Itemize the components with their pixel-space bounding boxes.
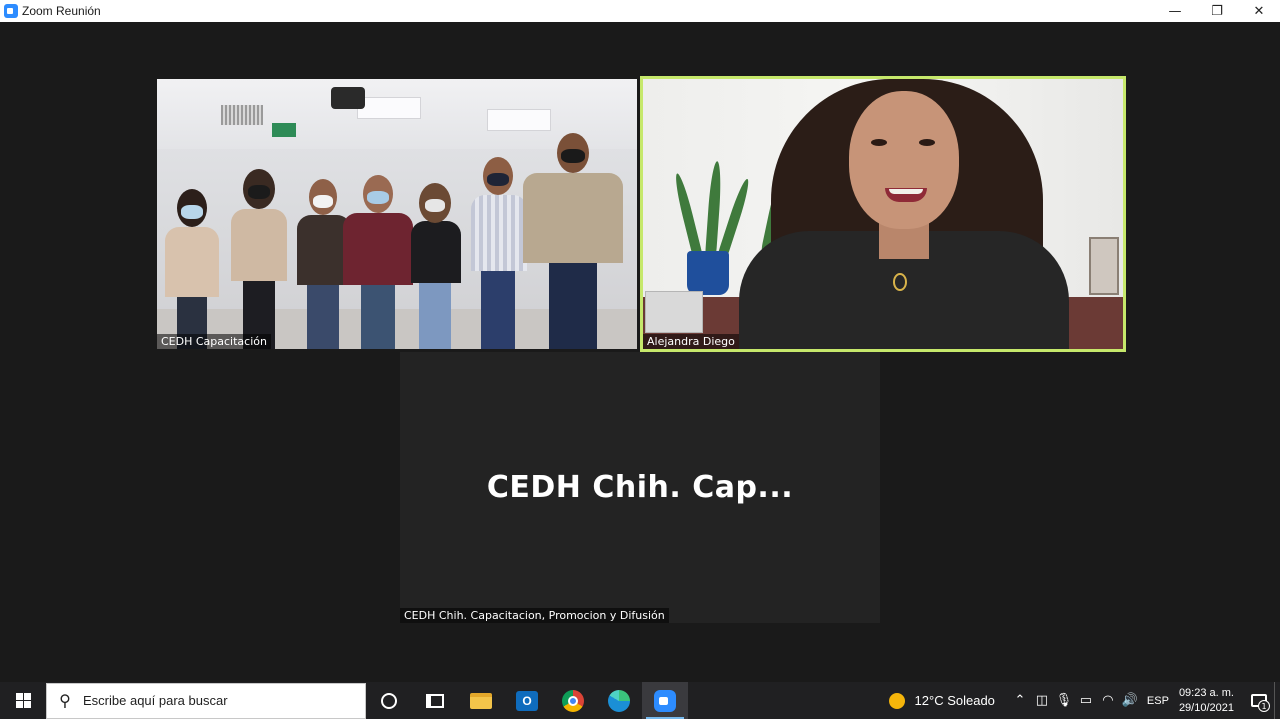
person (341, 163, 415, 349)
minimize-button[interactable]: — (1154, 0, 1196, 22)
taskbar-search-box[interactable]: ⚲ Escribe aquí para buscar (46, 682, 366, 719)
chrome-button[interactable] (550, 682, 596, 719)
participant-name-label: CEDH Chih. Capacitacion, Promocion y Dif… (400, 608, 669, 623)
person-face (849, 91, 959, 229)
file-explorer-button[interactable] (458, 682, 504, 719)
volume-icon[interactable]: 🔊 (1119, 693, 1141, 708)
zoom-icon (654, 689, 676, 712)
edge-icon (608, 689, 630, 712)
printer (645, 291, 703, 333)
windows-logo-icon (15, 693, 31, 708)
clock-date: 29/10/2021 (1178, 701, 1234, 714)
picture-frame (1089, 237, 1119, 295)
eye (871, 139, 887, 146)
cortana-icon (381, 692, 397, 709)
participant-display-name: CEDH Chih. Cap... (486, 470, 794, 505)
person (159, 177, 223, 349)
weather-widget[interactable]: 12°C Soleado (915, 693, 995, 708)
video-tile-cedh-capacitacion[interactable]: CEDH Capacitación (157, 79, 637, 349)
close-button[interactable]: ✕ (1238, 0, 1280, 22)
exit-sign (272, 123, 296, 137)
task-view-button[interactable] (412, 682, 458, 719)
clock-time: 09:23 a. m. (1178, 686, 1234, 699)
projector (331, 87, 365, 109)
window-title: Zoom Reunión (22, 4, 101, 18)
show-desktop-button[interactable] (1274, 682, 1280, 719)
participant-name-label: Alejandra Diego (643, 334, 739, 349)
restore-button[interactable]: ❐ (1196, 0, 1238, 22)
video-tile-alejandra-diego[interactable]: Alejandra Diego (640, 76, 1126, 352)
outlook-button[interactable]: O (504, 682, 550, 719)
windows-taskbar: ⚲ Escribe aquí para buscar O 12°C Solead… (0, 682, 1280, 719)
plant-pot (687, 251, 729, 295)
participant-name-label: CEDH Capacitación (157, 334, 271, 349)
search-placeholder: Escribe aquí para buscar (83, 693, 228, 708)
cortana-button[interactable] (366, 682, 412, 719)
edge-button[interactable] (596, 682, 642, 719)
title-bar: Zoom Reunión — ❐ ✕ (0, 0, 1280, 22)
window-controls: — ❐ ✕ (1154, 0, 1280, 22)
zoom-app-icon (4, 4, 18, 18)
meeting-gallery: CEDH Capacitación Alejandra Diego CEDH C… (0, 22, 1280, 682)
zoom-taskbar-button[interactable] (642, 682, 688, 719)
notification-center-button[interactable]: 1 (1244, 682, 1274, 719)
chevron-up-icon[interactable]: ⌃ (1009, 693, 1031, 708)
search-icon: ⚲ (59, 691, 71, 710)
meet-now-icon[interactable]: ◫ (1031, 693, 1053, 708)
video-tile-cedh-chih[interactable]: CEDH Chih. Cap... CEDH Chih. Capacitacio… (400, 352, 880, 623)
air-vent (221, 105, 263, 125)
necklace (893, 273, 907, 291)
outlook-icon: O (516, 690, 538, 711)
eye (919, 139, 935, 146)
sun-icon (888, 692, 905, 709)
chrome-icon (562, 689, 584, 712)
mouth (885, 188, 927, 202)
file-explorer-icon (470, 692, 492, 709)
task-view-icon (426, 693, 444, 708)
notification-count-badge: 1 (1258, 700, 1270, 712)
ceiling-light (357, 97, 421, 119)
start-button[interactable] (0, 682, 46, 719)
input-language[interactable]: ESP (1147, 695, 1169, 707)
battery-icon[interactable]: ▭ (1075, 693, 1097, 708)
system-tray: 12°C Soleado ⌃ ◫ 🎙 ▭ ◠ 🔊 ESP 09:23 a. m.… (888, 682, 1280, 719)
person (225, 159, 291, 349)
clock[interactable]: 09:23 a. m. 29/10/2021 (1179, 686, 1234, 716)
microphone-icon[interactable]: 🎙 (1053, 693, 1075, 708)
person (407, 173, 465, 349)
person (519, 123, 627, 349)
wifi-icon[interactable]: ◠ (1097, 693, 1119, 708)
